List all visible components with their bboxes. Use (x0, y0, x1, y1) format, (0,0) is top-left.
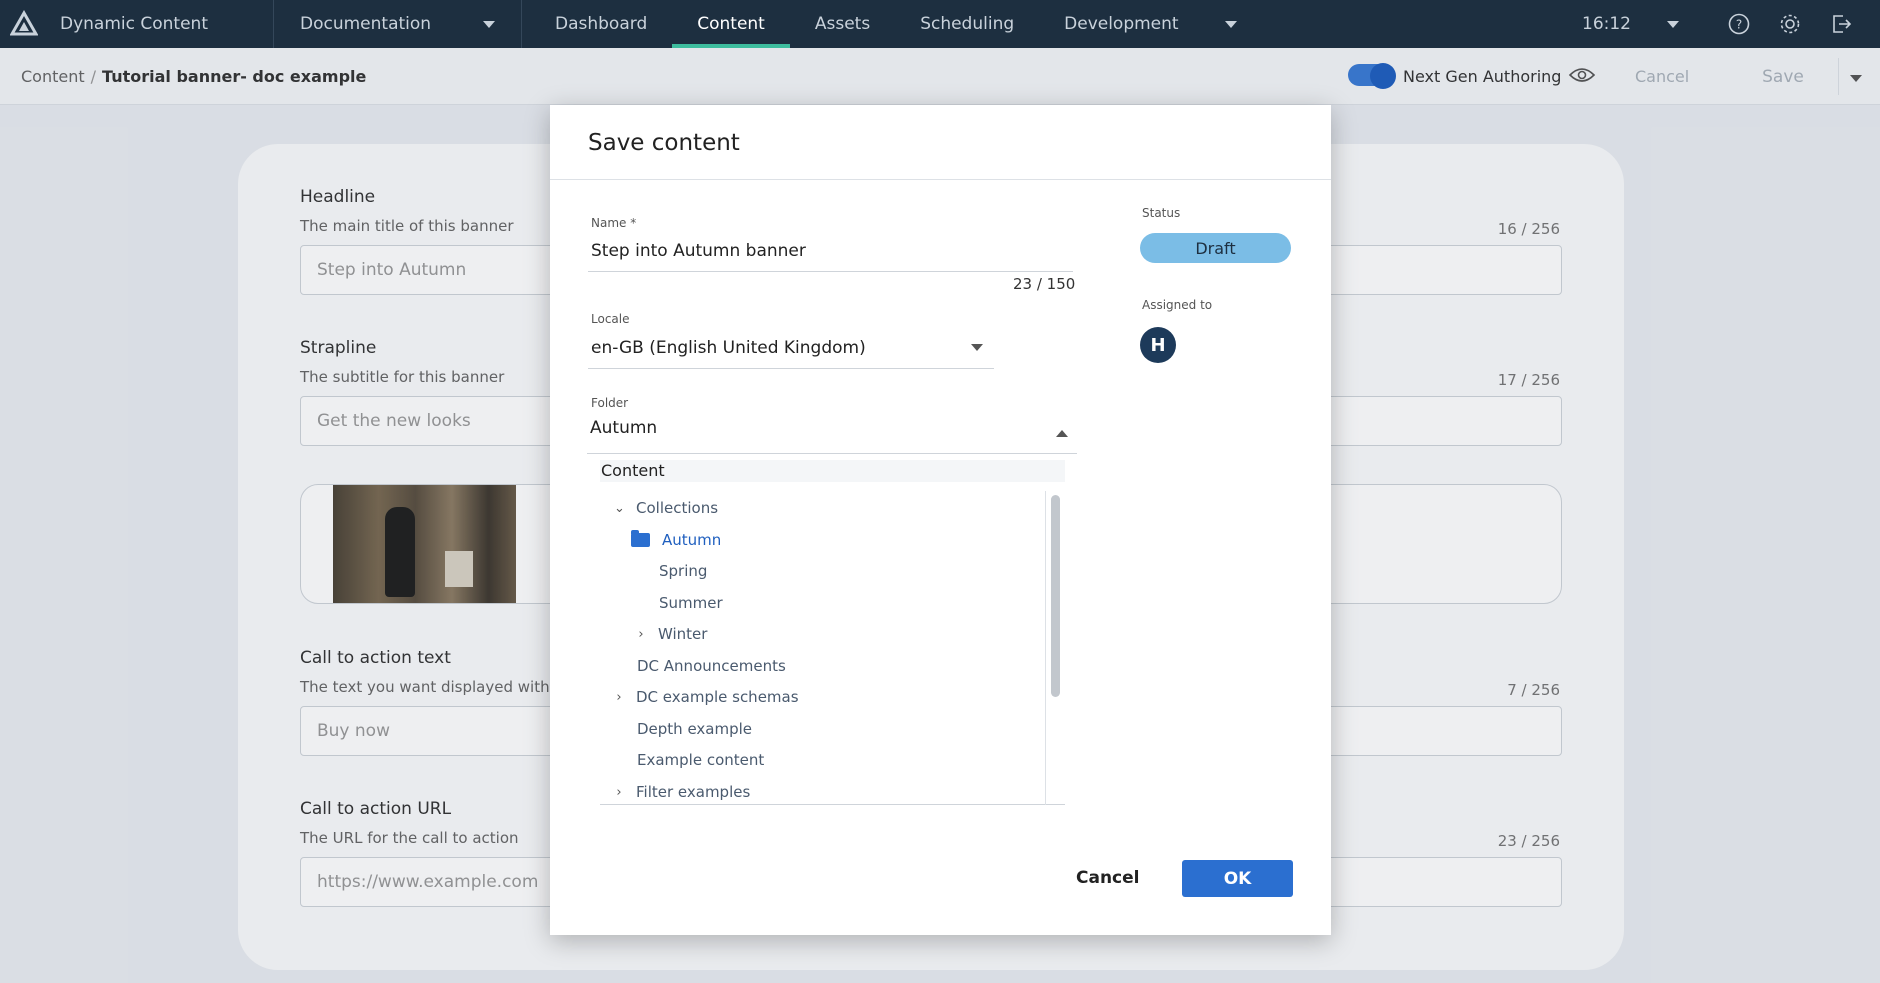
chevron-down-icon[interactable]: ⌄ (614, 501, 625, 516)
time-display: 16:12 (1582, 14, 1631, 34)
logout-icon[interactable] (1829, 12, 1853, 36)
app-title: Dynamic Content (60, 14, 208, 34)
tree-item-winter[interactable]: › Winter (636, 621, 707, 647)
avatar[interactable]: H (1140, 327, 1176, 363)
folder-tree: Content ⌄ Collections Autumn Spring Summe… (600, 460, 1065, 805)
name-char-count: 23 / 150 (1013, 275, 1076, 293)
tree-item-label: Example content (637, 751, 765, 769)
divider (550, 179, 1331, 180)
logo-icon (10, 10, 38, 36)
name-label: Name * (591, 216, 637, 230)
tree-item-dc-announcements[interactable]: DC Announcements (637, 653, 786, 679)
tree-item-filter-examples[interactable]: › Filter examples (614, 779, 750, 805)
name-input[interactable]: Step into Autumn banner (588, 241, 1073, 272)
chevron-right-icon[interactable]: › (636, 627, 646, 642)
status-label: Status (1142, 206, 1181, 220)
tree-item-label: Collections (636, 499, 719, 517)
tree-item-dc-example-schemas[interactable]: › DC example schemas (614, 684, 799, 710)
brand: Dynamic Content (0, 0, 274, 48)
help-icon[interactable]: ? (1727, 12, 1751, 36)
tree-item-label: Autumn (662, 531, 722, 549)
tree-item-label: DC example schemas (636, 688, 799, 706)
dialog-ok-button[interactable]: OK (1182, 860, 1293, 897)
top-nav: Dynamic Content Documentation Dashboard … (0, 0, 1880, 48)
hub-selector[interactable]: Documentation (274, 0, 522, 48)
tree-item-label: Winter (658, 625, 708, 643)
tree-item-summer[interactable]: Summer (659, 590, 723, 616)
nav-dashboard[interactable]: Dashboard (530, 0, 672, 48)
tree-item-autumn[interactable]: Autumn (631, 527, 721, 553)
nav-scheduling[interactable]: Scheduling (895, 0, 1039, 48)
assigned-label: Assigned to (1142, 298, 1213, 312)
status-badge[interactable]: Draft (1140, 233, 1291, 263)
dialog-title: Save content (588, 130, 740, 156)
scrollbar-thumb[interactable] (1051, 495, 1060, 697)
nav-right: 16:12 ? (1582, 0, 1880, 48)
svg-text:?: ? (1736, 18, 1742, 32)
hub-name: Documentation (300, 14, 432, 34)
chevron-right-icon[interactable]: › (614, 690, 624, 705)
folder-select[interactable]: Autumn (587, 418, 1077, 454)
folder-icon (631, 530, 650, 547)
chevron-down-icon (483, 20, 495, 28)
tree-item-spring[interactable]: Spring (659, 558, 707, 584)
gear-icon[interactable] (1778, 12, 1802, 36)
tree-item-label: Depth example (637, 720, 753, 738)
chevron-down-icon (1224, 20, 1237, 28)
tree-item-collections[interactable]: ⌄ Collections (614, 495, 718, 521)
nav-links: Dashboard Content Assets Scheduling Deve… (530, 0, 1262, 48)
chevron-up-icon[interactable] (1056, 430, 1068, 437)
locale-label: Locale (591, 312, 630, 326)
tree-item-label: DC Announcements (637, 657, 786, 675)
time-dropdown-icon[interactable] (1667, 20, 1679, 28)
locale-select[interactable]: en-GB (English United Kingdom) (588, 338, 994, 369)
chevron-down-icon[interactable] (971, 344, 983, 351)
tree-item-label: Spring (659, 562, 708, 580)
folder-label: Folder (591, 396, 629, 410)
tree-item-depth-example[interactable]: Depth example (637, 716, 752, 742)
dialog-cancel-button[interactable]: Cancel (1076, 868, 1139, 888)
tree-scrollbar[interactable] (1045, 491, 1065, 805)
nav-label: Development (1064, 14, 1179, 34)
nav-label: Dashboard (555, 14, 648, 34)
nav-label: Assets (814, 14, 871, 34)
tree-item-label: Summer (659, 594, 723, 612)
save-content-dialog: Save content Name * Step into Autumn ban… (550, 105, 1331, 935)
nav-label: Content (697, 14, 765, 34)
nav-assets[interactable]: Assets (790, 0, 895, 48)
nav-label: Scheduling (920, 14, 1015, 34)
nav-content[interactable]: Content (672, 0, 790, 48)
chevron-right-icon[interactable]: › (614, 785, 624, 800)
nav-development[interactable]: Development (1039, 0, 1261, 48)
tree-root[interactable]: Content (600, 460, 1065, 482)
tree-list: ⌄ Collections Autumn Spring Summer › Winte… (600, 491, 1045, 805)
tree-item-label: Filter examples (636, 783, 751, 801)
tree-item-example-content[interactable]: Example content (637, 747, 764, 773)
